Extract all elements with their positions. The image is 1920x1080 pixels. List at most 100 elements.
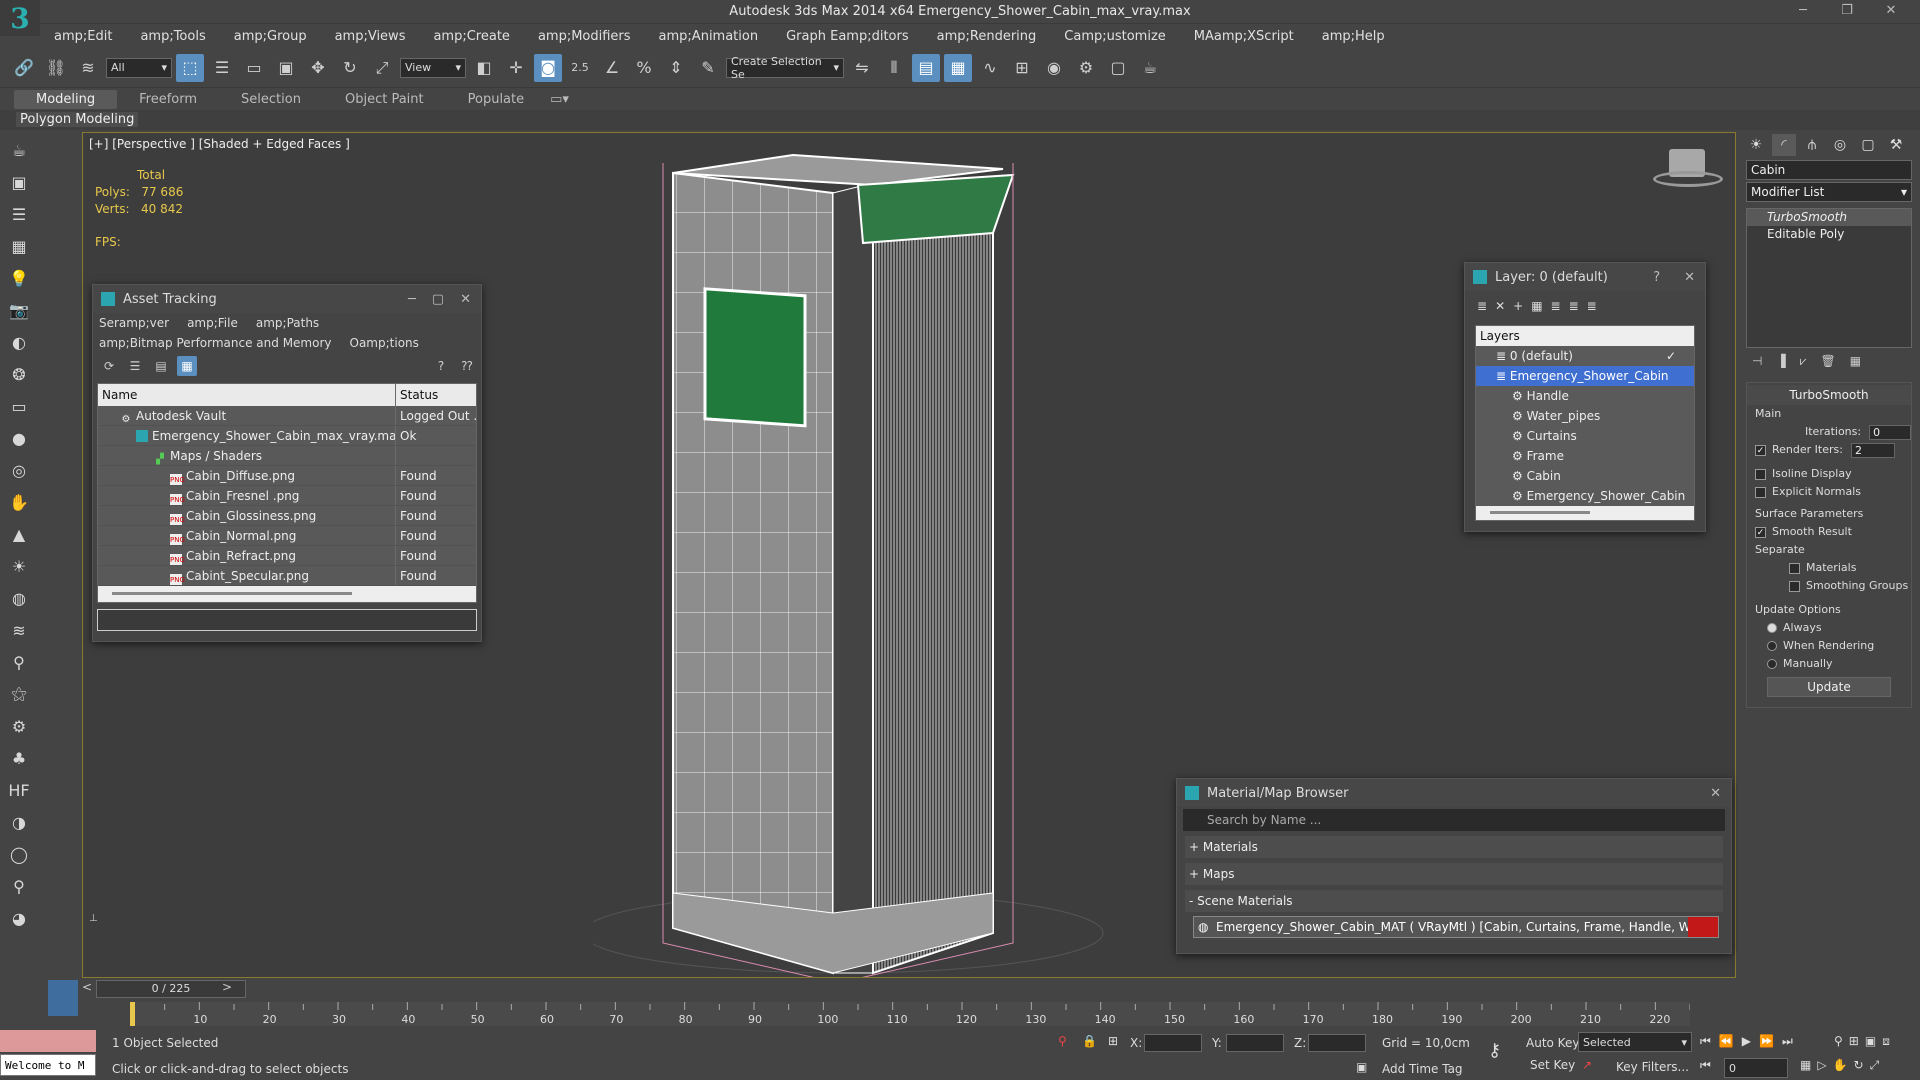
select-object-icon[interactable]: ⬚ [176, 53, 204, 82]
menu-bitmap-performance[interactable]: amp;Bitmap Performance and Memory [99, 336, 332, 350]
utilities-tab-icon[interactable]: ⚒ [1884, 134, 1908, 156]
motion-tab-icon[interactable]: ◎ [1828, 134, 1852, 156]
close-icon[interactable]: ✕ [1684, 270, 1695, 285]
maximize-icon[interactable]: ▢ [432, 292, 444, 307]
menu-server[interactable]: Seramp;ver [99, 316, 169, 330]
add-layer-icon[interactable]: + [1513, 299, 1523, 313]
configure-sets-icon[interactable]: ▦ [1850, 354, 1861, 376]
rectangular-selection-icon[interactable]: ▭ [240, 54, 268, 82]
object-name-field[interactable]: Cabin [1746, 160, 1912, 180]
grass-icon[interactable]: ♣ [5, 744, 33, 772]
tab-populate[interactable]: Populate [446, 90, 547, 109]
scene-material-item[interactable]: ◍ Emergency_Shower_Cabin_MAT ( VRayMtl )… [1193, 916, 1719, 938]
maxscript-mini-listener[interactable]: Welcome to M [0, 1054, 96, 1076]
menu-tools[interactable]: amp;Tools [126, 29, 219, 44]
refresh-icon[interactable]: ⟳ [99, 356, 119, 376]
shell-icon[interactable]: ◑ [5, 808, 33, 836]
layer-item-default[interactable]: ≣ 0 (default) ✓ [1476, 346, 1694, 366]
menu-animation[interactable]: amp;Animation [645, 29, 773, 44]
tab-object-paint[interactable]: Object Paint [323, 90, 446, 109]
plane-icon[interactable]: ▭ [5, 392, 33, 420]
schematic-view-icon[interactable]: ⊞ [1008, 54, 1036, 82]
prev-frame-icon[interactable]: < [82, 980, 92, 994]
menu-edit[interactable]: amp;Edit [40, 29, 126, 44]
table-row[interactable]: PNGCabin_Glossiness.png Found [98, 506, 476, 526]
layer-object-frame[interactable]: ⚙ Frame [1476, 446, 1694, 466]
reference-coordinate-dropdown[interactable]: View ▾ [400, 57, 466, 78]
next-key-icon[interactable]: ⏩ [1759, 1034, 1774, 1049]
fov-icon[interactable]: ▷ [1817, 1058, 1826, 1073]
gear-icon[interactable]: ⚙ [5, 712, 33, 740]
graphite-ribbon-icon[interactable]: ▦ [944, 53, 972, 82]
render-icon[interactable]: ▣ [5, 168, 33, 196]
material-browser-header[interactable]: Material/Map Browser ✕ [1177, 779, 1731, 807]
when-rendering-radio[interactable] [1767, 641, 1777, 651]
hair-icon[interactable]: ≋ [5, 616, 33, 644]
rendered-frame-window-icon[interactable]: ▢ [1104, 54, 1132, 82]
column-name[interactable]: Name [98, 384, 396, 406]
hierarchy-tab-icon[interactable]: ⫛ [1800, 134, 1824, 156]
x-coordinate-field[interactable] [1144, 1034, 1202, 1052]
stack-item-editable-poly[interactable]: Editable Poly [1747, 226, 1911, 243]
minimize-icon[interactable]: ─ [1786, 0, 1820, 24]
scene-explorer-icon[interactable]: ☰ [5, 200, 33, 228]
goto-start-icon[interactable]: ⏮ [1700, 1034, 1711, 1049]
time-tag-icon[interactable]: ▣ [1356, 1060, 1367, 1074]
set-key-button[interactable]: Set Key [1530, 1058, 1575, 1072]
zoom-all-icon[interactable]: ⊞ [1849, 1034, 1859, 1049]
bind-space-warp-icon[interactable]: ≋ [74, 54, 102, 82]
maximize-viewport-icon[interactable]: ⤢ [1870, 1058, 1880, 1073]
layer-object-water-pipes[interactable]: ⚙ Water_pipes [1476, 406, 1694, 426]
align-icon[interactable]: ⫴ [880, 54, 908, 82]
explicit-normals-checkbox[interactable] [1755, 486, 1766, 498]
layer-object-emergency-shower-cabin[interactable]: ⚙ Emergency_Shower_Cabin [1476, 486, 1694, 506]
menu-file[interactable]: amp;File [187, 316, 238, 330]
column-status[interactable]: Status [396, 384, 476, 406]
mini-listener-icon[interactable] [48, 980, 78, 1016]
render-iters-spinner[interactable]: 2 [1850, 442, 1895, 458]
delete-layer-icon[interactable]: ✕ [1495, 299, 1505, 313]
snaps-toggle-icon[interactable]: 2.5 [566, 54, 594, 82]
rotate-icon[interactable]: ↻ [336, 54, 364, 82]
table-row[interactable]: PNGCabint_Specular.png Found [98, 566, 476, 586]
layer-manager-icon[interactable]: ▤ [912, 53, 940, 82]
table-row[interactable]: PNGCabin_Diffuse.png Found [98, 466, 476, 486]
render-setup-icon[interactable]: ⚙ [1072, 54, 1100, 82]
key-mode-icon[interactable]: ⏮ [1700, 1058, 1711, 1073]
modifier-list-dropdown[interactable]: Modifier List ▾ [1746, 182, 1912, 202]
stack-item-turbosmooth[interactable]: TurboSmooth [1747, 209, 1911, 226]
current-frame-field[interactable]: 0 [1724, 1058, 1788, 1078]
sound-icon[interactable]: ◐ [5, 328, 33, 356]
spinner-snap-icon[interactable]: ⇕ [662, 54, 690, 82]
materials-section[interactable]: + Materials [1185, 836, 1723, 858]
camera-icon[interactable]: 📷 [5, 296, 33, 324]
highlight-layer-icon[interactable]: ≣ [1551, 299, 1561, 313]
help-context-icon[interactable]: ⁇ [457, 356, 477, 376]
layers-icon[interactable]: ≣ [1477, 299, 1487, 313]
help-icon[interactable]: ? [431, 356, 451, 376]
globe-icon[interactable]: ◍ [5, 584, 33, 612]
minimize-icon[interactable]: ─ [408, 292, 416, 307]
layer-object-curtains[interactable]: ⚙ Curtains [1476, 426, 1694, 446]
ribbon-options-icon[interactable]: ▭▾ [546, 92, 573, 107]
key-mode-dropdown[interactable]: Selected ▾ [1578, 1032, 1692, 1052]
render-production-icon[interactable]: ☕ [1136, 54, 1164, 82]
table-row[interactable]: PNGCabin_Refract.png Found [98, 546, 476, 566]
layer-object-handle[interactable]: ⚙ Handle [1476, 386, 1694, 406]
named-selection-dropdown[interactable]: Create Selection Se ▾ [726, 55, 844, 81]
y-coordinate-field[interactable] [1226, 1034, 1284, 1052]
make-unique-icon[interactable]: ⩗ [1800, 354, 1807, 376]
hide-all-icon[interactable]: ≣ [1569, 299, 1579, 313]
teapot-icon[interactable]: ☕ [5, 136, 33, 164]
lock-icon[interactable]: 🔒 [1082, 1034, 1097, 1048]
close-icon[interactable]: ✕ [460, 292, 471, 307]
menu-create[interactable]: amp;Create [419, 29, 523, 44]
menu-views[interactable]: amp;Views [321, 29, 420, 44]
menu-graph-editors[interactable]: Graph Eamp;ditors [772, 29, 923, 44]
layer-object-cabin[interactable]: ⚙ Cabin [1476, 466, 1694, 486]
sun-icon[interactable]: ☀ [5, 552, 33, 580]
selection-filter-dropdown[interactable]: All ▾ [106, 57, 172, 78]
select-manipulate-icon[interactable]: ✛ [502, 54, 530, 82]
scale-icon[interactable]: ⤢ [368, 54, 396, 82]
menu-help[interactable]: amp;Help [1308, 29, 1399, 44]
